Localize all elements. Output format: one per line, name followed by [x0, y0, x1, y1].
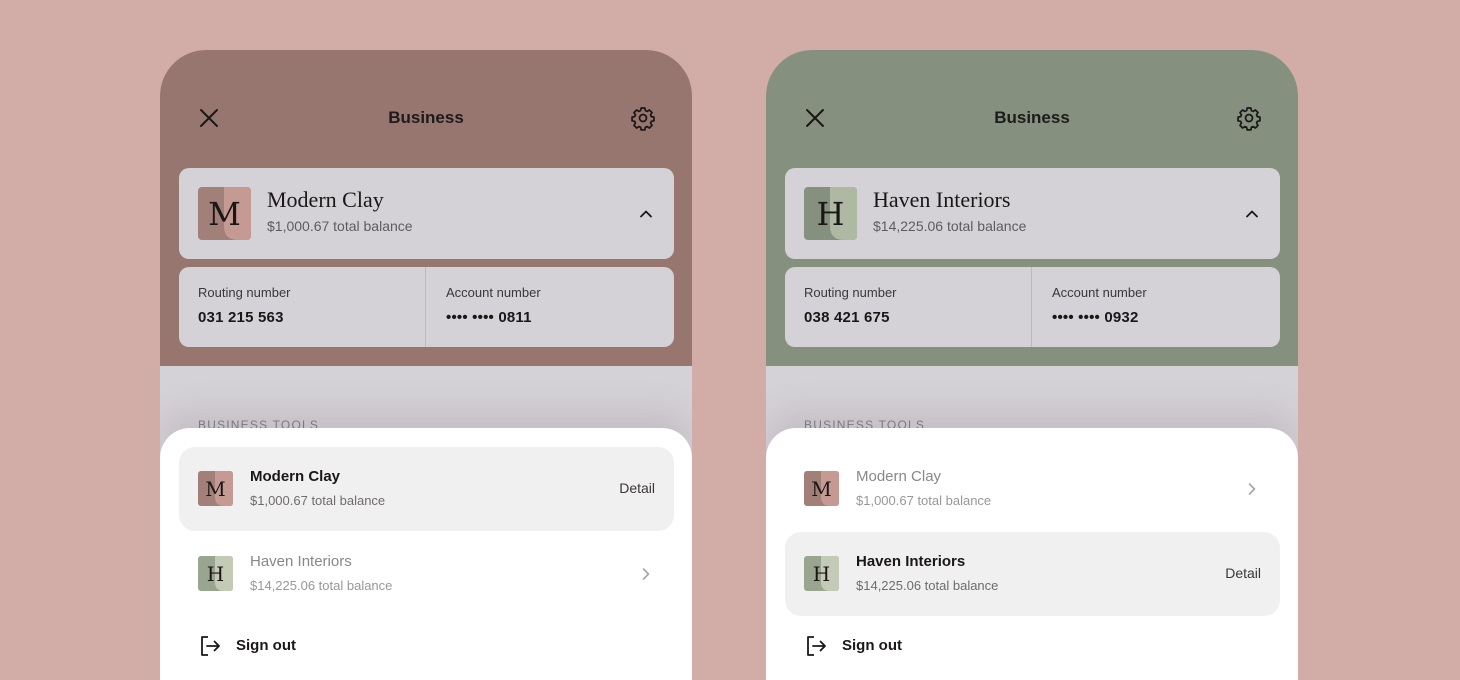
account-numbers-card: Routing number 038 421 675 Account numbe… [785, 267, 1280, 347]
header-area: Business H Haven Interiors $14,225.06 to… [766, 50, 1298, 366]
account-logo: H [804, 187, 857, 240]
list-item-modern-clay[interactable]: M Modern Clay $1,000.67 total balance De… [179, 447, 674, 531]
settings-button[interactable] [630, 105, 656, 131]
business-logo: M [804, 471, 839, 506]
list-item-haven-interiors[interactable]: H Haven Interiors $14,225.06 total balan… [179, 532, 674, 616]
divider [1031, 267, 1032, 347]
account-number-label: Account number [446, 285, 541, 300]
settings-button[interactable] [1236, 105, 1262, 131]
gear-icon [631, 107, 655, 131]
business-initial: M [811, 476, 832, 501]
business-name: Haven Interiors [250, 553, 352, 570]
account-number[interactable]: Account number •••• •••• 0811 [446, 285, 541, 326]
routing-label: Routing number [198, 285, 291, 300]
account-switcher-card[interactable]: H Haven Interiors $14,225.06 total balan… [785, 168, 1280, 259]
account-initial: H [816, 194, 845, 233]
business-logo: H [198, 556, 233, 591]
business-logo: M [198, 471, 233, 506]
chevron-right-icon [1248, 483, 1256, 495]
account-switcher-card[interactable]: M Modern Clay $1,000.67 total balance [179, 168, 674, 259]
business-name: Modern Clay [856, 468, 942, 485]
sign-out-icon [807, 636, 826, 656]
header-area: Business M Modern Clay $1,000.67 total b… [160, 50, 692, 366]
account-number[interactable]: Account number •••• •••• 0932 [1052, 285, 1147, 326]
detail-link[interactable]: Detail [619, 480, 655, 496]
business-logo: H [804, 556, 839, 591]
account-number-value: •••• •••• 0932 [1052, 309, 1139, 326]
sign-out-label: Sign out [236, 637, 296, 654]
business-initial: H [812, 561, 831, 586]
account-number-value: •••• •••• 0811 [446, 309, 532, 326]
list-item-modern-clay[interactable]: M Modern Clay $1,000.67 total balance [785, 447, 1280, 531]
chevron-up-icon[interactable] [1245, 207, 1259, 221]
sign-out-button[interactable]: Sign out [198, 634, 398, 658]
business-name: Haven Interiors [856, 553, 966, 570]
account-number-label: Account number [1052, 285, 1147, 300]
account-numbers-card: Routing number 031 215 563 Account numbe… [179, 267, 674, 347]
business-balance: $14,225.06 total balance [856, 578, 999, 593]
sign-out-button[interactable]: Sign out [804, 634, 1004, 658]
business-initial: H [206, 561, 225, 586]
account-balance: $14,225.06 total balance [873, 218, 1027, 234]
page-title: Business [388, 108, 464, 127]
sign-out-label: Sign out [842, 637, 902, 654]
business-name: Modern Clay [250, 468, 341, 485]
page-title: Business [994, 108, 1070, 127]
sign-out-icon [201, 636, 220, 656]
chevron-right-icon [642, 568, 650, 580]
account-name: Modern Clay [267, 187, 384, 212]
routing-value: 031 215 563 [198, 309, 284, 326]
business-balance: $1,000.67 total balance [250, 493, 386, 508]
business-balance: $14,225.06 total balance [250, 578, 393, 593]
detail-link[interactable]: Detail [1225, 565, 1261, 581]
business-switcher-sheet: M Modern Clay $1,000.67 total balance De… [160, 428, 692, 680]
divider [425, 267, 426, 347]
gear-icon [1237, 107, 1261, 131]
account-initial: M [208, 194, 241, 233]
list-item-haven-interiors[interactable]: H Haven Interiors $14,225.06 total balan… [785, 532, 1280, 616]
business-initial: M [205, 476, 226, 501]
account-name: Haven Interiors [873, 187, 1011, 212]
routing-number[interactable]: Routing number 038 421 675 [804, 285, 897, 326]
phone-screen-haven-interiors: Business H Haven Interiors $14,225.06 to… [766, 50, 1298, 680]
chevron-up-icon[interactable] [639, 207, 653, 221]
routing-value: 038 421 675 [804, 309, 890, 326]
business-balance: $1,000.67 total balance [856, 493, 992, 508]
business-switcher-sheet: M Modern Clay $1,000.67 total balance H … [766, 428, 1298, 680]
account-logo: M [198, 187, 251, 240]
nav-bar: Business [766, 50, 1298, 186]
nav-bar: Business [160, 50, 692, 186]
routing-label: Routing number [804, 285, 897, 300]
routing-number[interactable]: Routing number 031 215 563 [198, 285, 291, 326]
account-balance: $1,000.67 total balance [267, 218, 413, 234]
phone-screen-modern-clay: Business M Modern Clay $1,000.67 total b… [160, 50, 692, 680]
